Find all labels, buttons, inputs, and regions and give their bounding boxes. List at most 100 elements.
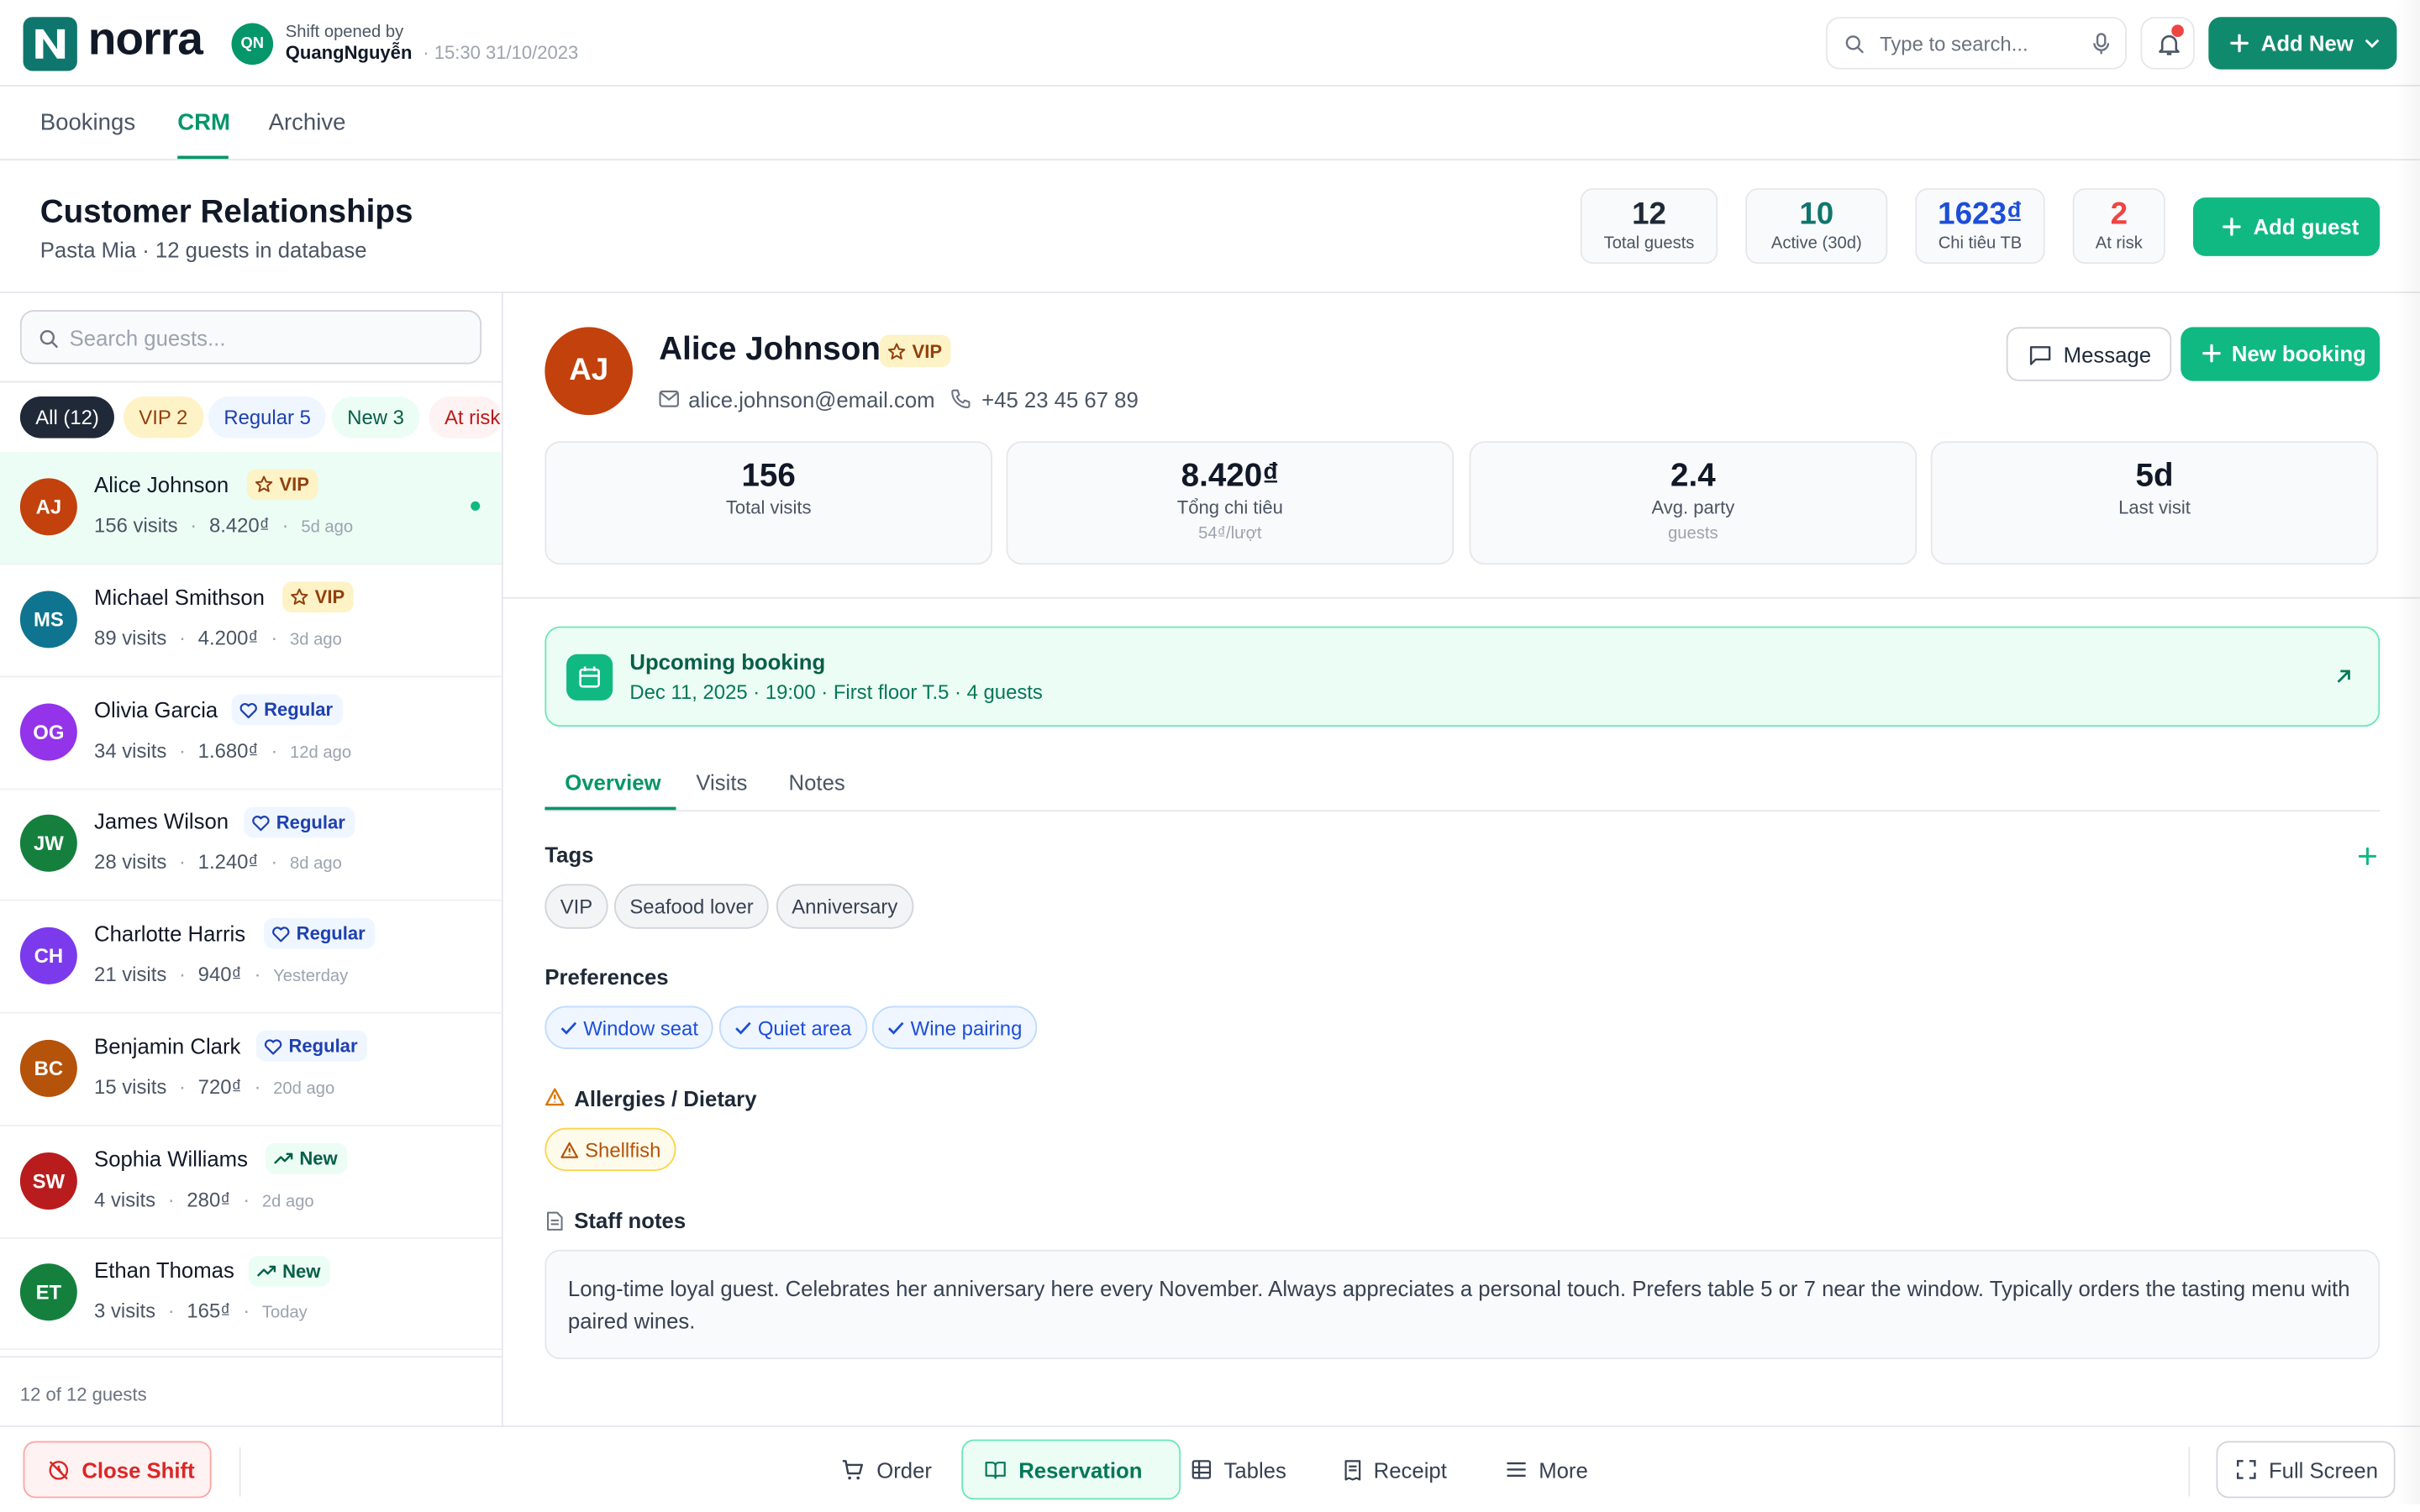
fullscreen-button[interactable]: Full Screen	[2216, 1441, 2396, 1499]
guest-row-olivia-garcia[interactable]: OG Olivia Garcia Regular 34 visits · 1.680…	[0, 677, 502, 790]
scroll-edge	[2395, 0, 2420, 1504]
kpi-value: 156	[741, 458, 796, 494]
nav-order[interactable]: Order	[819, 1440, 953, 1500]
brand-name[interactable]: norra	[88, 14, 203, 66]
new-badge: New	[265, 1142, 347, 1174]
guest-name: Charlotte Harris	[94, 921, 246, 946]
search-placeholder: Type to search...	[1880, 32, 2028, 56]
close-shift-button[interactable]: Close Shift	[23, 1441, 212, 1499]
guest-row-michael-smithson[interactable]: MS Michael Smithson VIP 89 visits · 4.200₫…	[0, 564, 502, 678]
trending-up-icon	[274, 1152, 293, 1164]
guest-row-james-wilson[interactable]: JW James Wilson Regular 28 visits · 1.240₫…	[0, 789, 502, 901]
avatar: JW	[19, 814, 77, 872]
tab-crm[interactable]: CRM	[177, 109, 230, 135]
avatar: BC	[19, 1039, 77, 1097]
guest-row-charlotte-harris[interactable]: CH Charlotte Harris Regular 21 visits · 94…	[0, 901, 502, 1014]
new-booking-button[interactable]: New booking	[2181, 327, 2381, 381]
shift-user-avatar: QN	[231, 23, 274, 66]
vip-badge: VIP	[246, 469, 318, 501]
nav-tables[interactable]: Tables	[1170, 1440, 1307, 1500]
filter-regular[interactable]: Regular 5	[208, 396, 327, 438]
guest-last-visit: 8d ago	[290, 854, 342, 874]
global-search-input[interactable]: Type to search...	[1825, 17, 2127, 70]
kpi-total-visits: 156 Total visits	[544, 441, 992, 565]
guest-email[interactable]: alice.johnson@email.com	[688, 387, 934, 412]
nav-label: More	[1539, 1457, 1588, 1483]
microphone-icon[interactable]	[2093, 33, 2110, 56]
chevron-down-icon	[2365, 39, 2380, 49]
guest-detail-name: Alice Johnson	[659, 331, 881, 368]
stat-label: At risk	[2095, 234, 2143, 254]
allergy-shellfish[interactable]: Shellfish	[544, 1127, 676, 1172]
plus-icon	[2230, 34, 2249, 53]
guest-spent: 8.420₫	[208, 513, 270, 538]
guest-search-placeholder: Search guests...	[69, 325, 226, 350]
check-icon	[735, 1021, 751, 1034]
filter-new[interactable]: New 3	[331, 396, 420, 438]
avatar: OG	[19, 703, 77, 761]
nav-receipt[interactable]: Receipt	[1323, 1440, 1469, 1500]
heart-icon	[272, 926, 290, 942]
tag-anniversary[interactable]: Anniversary	[776, 884, 913, 929]
kpi-divider	[502, 596, 2420, 599]
notifications-button[interactable]	[2140, 17, 2195, 70]
add-new-button[interactable]: Add New	[2208, 17, 2397, 70]
tab-bookings[interactable]: Bookings	[40, 109, 135, 135]
avatar: AJ	[19, 478, 77, 536]
guest-name: Alice Johnson	[94, 472, 229, 497]
guest-visits: 4 visits	[94, 1188, 156, 1211]
add-guest-label: Add guest	[2253, 214, 2360, 239]
guest-last-visit: Today	[261, 1304, 308, 1323]
badge-label: New	[299, 1147, 338, 1170]
preference-wine-pairing[interactable]: Wine pairing	[871, 1005, 1038, 1049]
regular-badge: Regular	[244, 806, 355, 838]
page-title: Customer Relationships	[39, 194, 413, 230]
upcoming-booking-card[interactable]	[544, 626, 2381, 727]
tab-overview[interactable]: Overview	[565, 770, 660, 795]
guest-phone[interactable]: +45 23 45 67 89	[981, 387, 1139, 412]
kpi-sub: 54₫/lượt	[1198, 524, 1262, 543]
guest-meta: 89 visits · 4.200₫ · 3d ago	[94, 626, 342, 650]
guest-visits: 3 visits	[94, 1299, 156, 1323]
tag-seafood-lover[interactable]: Seafood lover	[614, 884, 770, 929]
guest-visits: 21 visits	[94, 963, 167, 986]
add-guest-button[interactable]: Add guest	[2192, 197, 2381, 256]
preference-quiet-area[interactable]: Quiet area	[718, 1005, 867, 1049]
stat-value: 10	[1799, 197, 1834, 232]
guest-row-alice-johnson[interactable]: AJ Alice Johnson VIP 156 visits · 8.420₫ · 5…	[0, 452, 502, 565]
warning-icon	[544, 1088, 565, 1106]
guest-search-input[interactable]: Search guests...	[19, 310, 482, 365]
guest-visits: 15 visits	[94, 1075, 167, 1099]
bottom-divider	[2188, 1446, 2191, 1497]
new-badge: New	[248, 1256, 330, 1287]
new-booking-label: New booking	[2231, 340, 2366, 366]
nav-more[interactable]: More	[1485, 1440, 1610, 1500]
nav-reservation[interactable]: Reservation	[961, 1439, 1181, 1500]
message-icon	[2029, 346, 2051, 365]
filter-vip[interactable]: VIP 2	[123, 396, 203, 438]
guest-row-ethan-thomas[interactable]: ET Ethan Thomas New 3 visits · 165₫ · Today	[0, 1237, 502, 1351]
message-button[interactable]: Message	[2006, 327, 2172, 381]
tab-archive[interactable]: Archive	[269, 109, 346, 135]
tab-notes[interactable]: Notes	[789, 770, 845, 795]
filter-all[interactable]: All (12)	[19, 396, 115, 438]
arrow-up-right-icon[interactable]	[2335, 668, 2352, 685]
guest-name: James Wilson	[94, 808, 229, 833]
search-icon	[1845, 35, 1864, 54]
guest-row-benjamin-clark[interactable]: BC Benjamin Clark Regular 15 visits · 720₫…	[0, 1014, 502, 1126]
preference-window-seat[interactable]: Window seat	[544, 1005, 714, 1049]
tab-visits[interactable]: Visits	[696, 770, 747, 795]
guest-spent: 940₫	[197, 963, 242, 986]
add-tag-icon[interactable]	[2358, 847, 2377, 866]
trending-up-icon	[256, 1265, 276, 1277]
tag-vip[interactable]: VIP	[544, 884, 608, 929]
norra-logo-icon[interactable]	[23, 17, 77, 71]
calendar-icon	[566, 654, 613, 701]
guest-meta: 4 visits · 280₫ · 2d ago	[94, 1188, 314, 1211]
staff-notes-box[interactable]: Long-time loyal guest. Celebrates her an…	[544, 1249, 2381, 1360]
stat-at-risk: 2 At risk	[2072, 188, 2165, 265]
guest-row-sophia-williams[interactable]: SW Sophia Williams New 4 visits · 280₫ · 2d …	[0, 1126, 502, 1239]
heart-icon	[239, 702, 257, 718]
filter-at-risk[interactable]: At risk	[429, 396, 502, 438]
guest-avatar-large: AJ	[544, 327, 634, 416]
